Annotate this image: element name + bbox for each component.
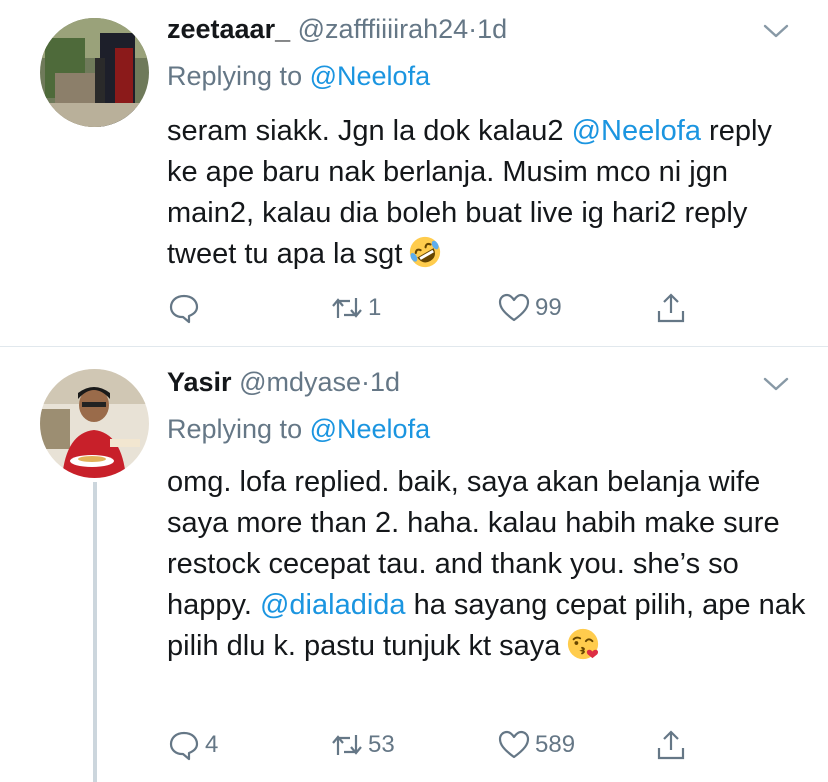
replying-mention[interactable]: @Neelofa [310,61,430,91]
like-button[interactable]: 99 [497,288,562,328]
reply-icon [169,731,199,761]
tweet[interactable]: zeetaaar_ @zafffiiiirah24·1d Replying to… [0,0,828,347]
retweet-button[interactable]: 1 [330,288,381,328]
timestamp[interactable]: 1d [477,14,507,44]
tweet[interactable]: Yasir @mdyase·1d Replying to @Neelofa om… [0,347,828,782]
share-button[interactable] [654,288,688,328]
reply-button[interactable]: 4 [167,725,218,765]
user-handle[interactable]: @mdyase [239,367,361,397]
retweet-count: 53 [368,731,395,758]
display-name[interactable]: zeetaaar_ [167,14,290,44]
replying-prefix: Replying to [167,414,303,444]
reply-count: 4 [205,731,219,758]
like-button[interactable]: 589 [497,725,575,765]
avatar-photo [40,18,149,127]
tweet-text-part: seram siakk. Jgn la dok kalau2 [167,115,572,147]
tweet-text: seram siakk. Jgn la dok kalau2 @Neelofa … [167,111,807,275]
separator-dot: · [361,367,371,397]
like-count: 99 [535,294,562,321]
replying-mention[interactable]: @Neelofa [310,414,430,444]
tweet-header: zeetaaar_ @zafffiiiirah24·1d [167,14,507,45]
replying-prefix: Replying to [167,61,303,91]
tweet-text: omg. lofa replied. baik, saya akan belan… [167,462,807,667]
chevron-down-icon[interactable] [762,22,790,40]
avatar[interactable] [40,369,149,478]
user-handle[interactable]: @zafffiiiirah24 [298,14,469,44]
thread-line [93,482,97,782]
retweet-icon [332,735,362,755]
separator-dot: · [468,14,478,44]
mention-link[interactable]: @Neelofa [572,115,701,147]
retweet-button[interactable]: 53 [330,725,395,765]
avatar-photo [40,369,149,478]
reply-icon [169,294,199,324]
retweet-count: 1 [368,294,382,321]
share-button[interactable] [654,725,688,765]
display-name[interactable]: Yasir [167,367,232,397]
like-count: 589 [535,731,576,758]
rolling-laughing-emoji-icon [410,236,441,268]
share-icon [657,730,685,760]
heart-icon [498,730,530,759]
chevron-down-icon[interactable] [762,375,790,393]
tweet-actions: 4 53 589 [167,725,787,765]
share-icon [657,293,685,323]
tweet-actions: 1 99 [167,288,787,328]
kiss-emoji-icon [568,628,599,660]
reply-button[interactable] [167,288,205,328]
retweet-icon [332,298,362,318]
mention-link[interactable]: @dialadida [260,589,406,621]
avatar[interactable] [40,18,149,127]
tweet-header: Yasir @mdyase·1d [167,367,400,398]
heart-icon [498,293,530,322]
timestamp[interactable]: 1d [370,367,400,397]
replying-to: Replying to @Neelofa [167,414,430,445]
replying-to: Replying to @Neelofa [167,61,430,92]
